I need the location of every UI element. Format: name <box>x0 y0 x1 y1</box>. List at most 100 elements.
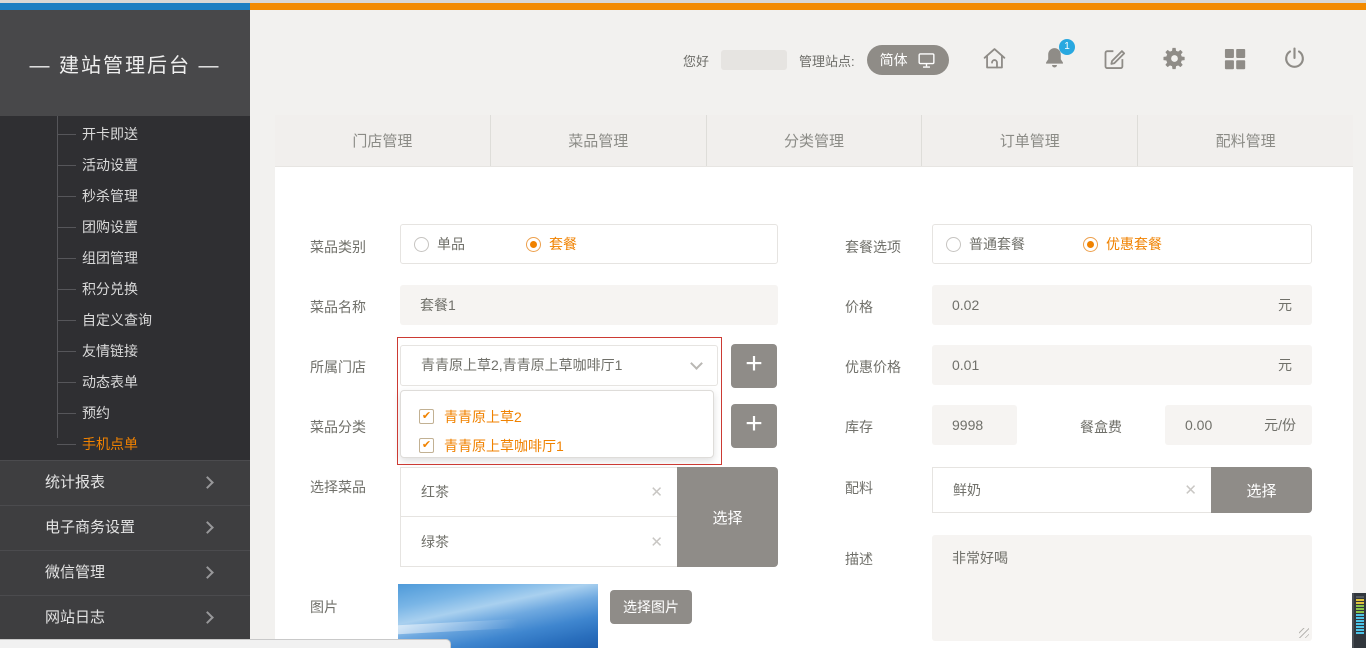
description-textarea[interactable]: 非常好喝 <box>932 535 1312 641</box>
edit-icon[interactable] <box>1101 45 1128 72</box>
tab-order-management[interactable]: 订单管理 <box>922 115 1138 166</box>
app-title: — 建站管理后台 — <box>0 10 250 116</box>
add-store-button[interactable]: + <box>731 344 777 388</box>
top-accent-orange <box>250 3 1366 10</box>
chevron-right-icon <box>201 566 214 579</box>
settings-gear-icon[interactable] <box>1161 45 1188 72</box>
header-icons: 1 <box>981 45 1308 72</box>
sidebar-group[interactable]: 统计报表 <box>0 460 250 505</box>
tab-bar: 门店管理 菜品管理 分类管理 订单管理 配料管理 <box>275 115 1353 167</box>
select-ingredient-button[interactable]: 选择 <box>1211 467 1312 513</box>
field-label-price: 价格 <box>845 297 873 317</box>
sidebar-item[interactable]: 组团管理 <box>0 243 250 274</box>
top-accent-blue <box>0 3 250 10</box>
select-dish-button[interactable]: 选择 <box>677 467 778 567</box>
sidebar-item-active[interactable]: 手机点单 <box>0 429 250 460</box>
radio-normal-combo[interactable]: 普通套餐 <box>946 234 1083 254</box>
sidebar-item[interactable]: 自定义查询 <box>0 305 250 336</box>
dish-item-name: 绿茶 <box>421 532 449 552</box>
description-value: 非常好喝 <box>952 550 1008 566</box>
add-dish-category-button[interactable]: + <box>731 404 777 448</box>
dish-item-row: 红茶 ✕ <box>400 467 678 517</box>
store-select[interactable]: 青青原上草2,青青原上草咖啡厅1 <box>400 345 718 386</box>
dish-item-row: 绿茶 ✕ <box>400 516 678 567</box>
store-dropdown-panel: ✔ 青青原上草2 ✔ 青青原上草咖啡厅1 <box>400 390 714 458</box>
app-window: — 建站管理后台 — 开卡即送 活动设置 秒杀管理 团购设置 组团管理 积分兑换… <box>0 0 1366 648</box>
radio-label: 套餐 <box>549 234 577 254</box>
price-unit: 元 <box>1278 285 1292 325</box>
price-value: 0.02 <box>952 297 979 313</box>
sidebar-item[interactable]: 活动设置 <box>0 150 250 181</box>
store-option-checked[interactable]: ✔ 青青原上草2 <box>419 402 713 431</box>
remove-dish-icon[interactable]: ✕ <box>650 533 663 551</box>
radio-icon <box>414 237 429 252</box>
box-fee-value: 0.00 <box>1185 417 1212 433</box>
store-option-label: 青青原上草咖啡厅1 <box>444 436 564 456</box>
tab-store-management[interactable]: 门店管理 <box>275 115 491 166</box>
chevron-right-icon <box>201 521 214 534</box>
radio-icon <box>526 237 541 252</box>
price-input[interactable]: 0.02 元 <box>932 285 1312 325</box>
ingredient-value: 鲜奶 <box>953 480 981 500</box>
sidebar-group[interactable]: 电子商务设置 <box>0 505 250 550</box>
field-label-dish-category: 菜品分类 <box>310 417 366 437</box>
select-image-button[interactable]: 选择图片 <box>610 590 692 624</box>
field-label-discount-price: 优惠价格 <box>845 357 901 377</box>
sidebar-item[interactable]: 团购设置 <box>0 212 250 243</box>
field-label-stock: 库存 <box>845 417 873 437</box>
dish-item-name: 红茶 <box>421 482 449 502</box>
sidebar-item[interactable]: 积分兑换 <box>0 274 250 305</box>
combo-radio-group: 普通套餐 优惠套餐 <box>932 224 1312 264</box>
radio-discount-combo[interactable]: 优惠套餐 <box>1083 234 1162 254</box>
field-label-combo-option: 套餐选项 <box>845 237 901 257</box>
radio-combo[interactable]: 套餐 <box>526 234 577 254</box>
sidebar-group-label: 统计报表 <box>45 474 105 491</box>
tab-ingredient-management[interactable]: 配料管理 <box>1138 115 1353 166</box>
box-fee-input[interactable]: 0.00 元/份 <box>1165 405 1312 445</box>
field-label-name: 菜品名称 <box>310 297 366 317</box>
field-label-image: 图片 <box>310 597 338 617</box>
apps-grid-icon[interactable] <box>1221 45 1248 72</box>
remove-ingredient-icon[interactable]: ✕ <box>1184 481 1197 499</box>
ingredient-input[interactable]: 鲜奶 ✕ <box>932 467 1212 513</box>
language-pill[interactable]: 简体 <box>867 45 949 75</box>
home-icon[interactable] <box>981 45 1008 72</box>
sidebar: — 建站管理后台 — 开卡即送 活动设置 秒杀管理 团购设置 组团管理 积分兑换… <box>0 10 250 640</box>
field-label-category: 菜品类别 <box>310 237 366 257</box>
sidebar-item[interactable]: 动态表单 <box>0 367 250 398</box>
store-option-label: 青青原上草2 <box>444 407 522 427</box>
header-user-area: 您好 管理站点: 简体 <box>683 44 949 76</box>
field-label-description: 描述 <box>845 549 873 569</box>
notification-badge: 1 <box>1059 39 1075 55</box>
remove-dish-icon[interactable]: ✕ <box>650 483 663 501</box>
sidebar-item[interactable]: 秒杀管理 <box>0 181 250 212</box>
radio-single-dish[interactable]: 单品 <box>414 234 526 254</box>
radio-label: 普通套餐 <box>969 234 1025 254</box>
sidebar-item[interactable]: 开卡即送 <box>0 119 250 150</box>
level-meter-widget <box>1352 593 1366 648</box>
field-label-box-fee: 餐盒费 <box>1080 417 1122 437</box>
sidebar-group[interactable]: 微信管理 <box>0 550 250 595</box>
redacted-username <box>721 50 787 70</box>
store-option-checked[interactable]: ✔ 青青原上草咖啡厅1 <box>419 431 713 460</box>
sidebar-item[interactable]: 预约 <box>0 398 250 429</box>
tab-category-management[interactable]: 分类管理 <box>707 115 923 166</box>
notifications-bell-icon[interactable]: 1 <box>1041 45 1068 72</box>
radio-label: 单品 <box>437 234 465 254</box>
radio-icon <box>1083 237 1098 252</box>
radio-icon <box>946 237 961 252</box>
power-icon[interactable] <box>1281 45 1308 72</box>
site-label: 管理站点: <box>799 51 855 70</box>
category-radio-group: 单品 套餐 <box>400 224 778 264</box>
tab-dish-management[interactable]: 菜品管理 <box>491 115 707 166</box>
field-label-ingredient: 配料 <box>845 478 873 498</box>
stock-input[interactable]: 9998 <box>932 405 1017 445</box>
sidebar-group-label: 电子商务设置 <box>45 519 135 536</box>
resize-grip-icon[interactable] <box>1299 628 1309 638</box>
field-label-select-dish: 选择菜品 <box>310 477 366 497</box>
sidebar-item[interactable]: 友情链接 <box>0 336 250 367</box>
sidebar-group[interactable]: 网站日志 <box>0 595 250 640</box>
dish-name-input[interactable]: 套餐1 <box>400 285 778 325</box>
discount-price-value: 0.01 <box>952 357 979 373</box>
discount-price-input[interactable]: 0.01 元 <box>932 345 1312 385</box>
